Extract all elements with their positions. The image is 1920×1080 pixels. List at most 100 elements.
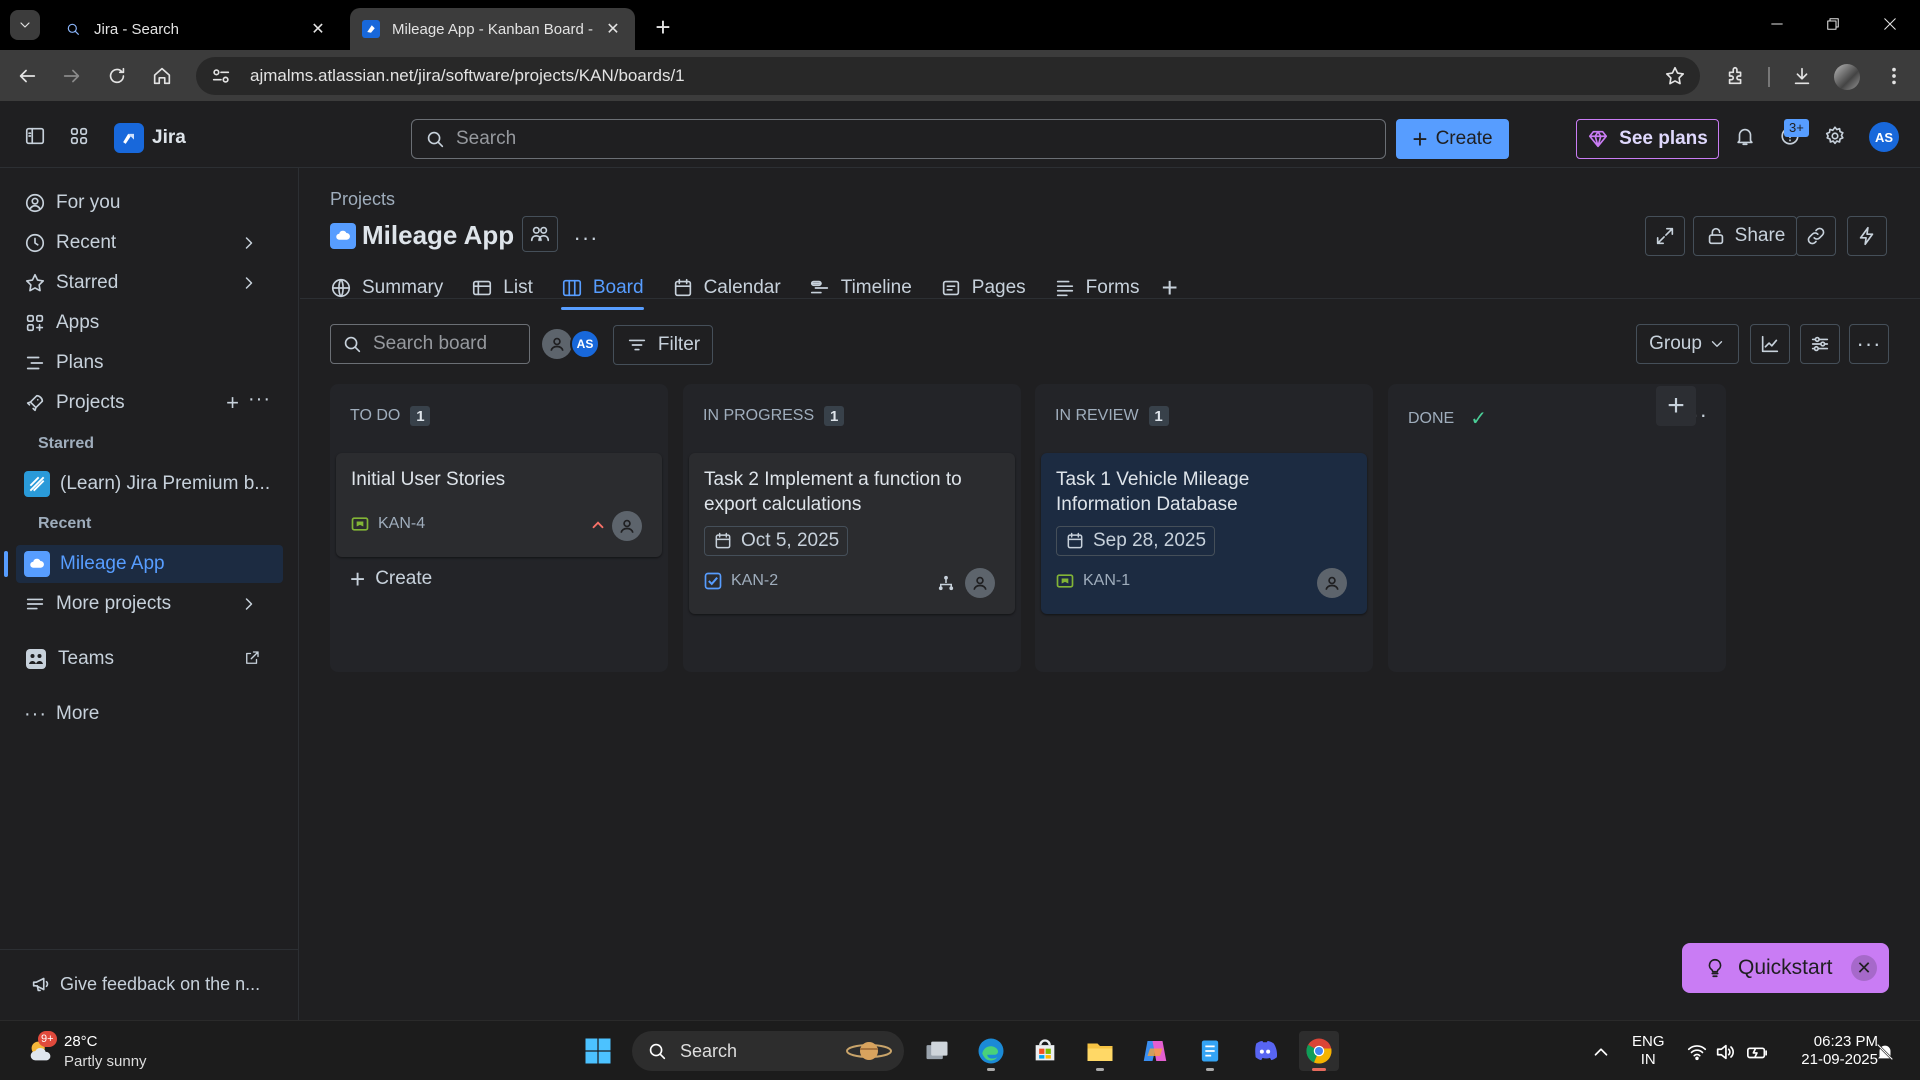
bookmark-star-icon[interactable]	[1664, 65, 1686, 87]
view-settings-button[interactable]	[1800, 324, 1840, 364]
copilot-icon[interactable]	[1135, 1031, 1175, 1071]
notification-center-icon[interactable]	[1874, 1041, 1896, 1063]
tab-pages[interactable]: Pages	[940, 268, 1026, 308]
tab-search-button[interactable]	[10, 10, 40, 40]
close-icon[interactable]: ✕	[603, 19, 623, 39]
browser-menu-icon[interactable]	[1880, 62, 1908, 90]
chrome-browser-icon[interactable]	[1299, 1031, 1339, 1071]
add-column-button[interactable]: +	[1656, 386, 1696, 426]
user-avatar[interactable]: AS	[1869, 122, 1899, 152]
extensions-icon[interactable]	[1722, 62, 1750, 90]
notepad-icon[interactable]	[1190, 1031, 1230, 1071]
search-icon	[649, 1043, 666, 1060]
microsoft-store-icon[interactable]	[1025, 1031, 1065, 1071]
sidebar-item-projects[interactable]: Projects + ···	[16, 384, 283, 422]
board-more-icon[interactable]: ···	[1849, 324, 1889, 364]
close-icon[interactable]: ✕	[308, 19, 328, 39]
back-icon[interactable]	[13, 62, 41, 90]
app-name[interactable]: Jira	[152, 127, 186, 149]
insights-button[interactable]	[1750, 324, 1790, 364]
windows-start-icon[interactable]	[578, 1031, 618, 1071]
create-button[interactable]: + Create	[1396, 119, 1509, 159]
tab-calendar[interactable]: Calendar	[672, 268, 781, 308]
sidebar-item-starred[interactable]: Starred	[16, 264, 283, 302]
discord-icon[interactable]	[1245, 1031, 1285, 1071]
app-switcher-icon[interactable]	[66, 123, 92, 149]
tab-forms[interactable]: Forms	[1054, 268, 1139, 308]
sidebar-section-starred: Starred	[38, 435, 95, 452]
story-icon	[351, 517, 369, 531]
global-search-input[interactable]: Search	[411, 119, 1386, 159]
issue-card[interactable]: Initial User Stories KAN-4	[336, 453, 662, 557]
taskbar-search[interactable]: Search	[632, 1031, 904, 1071]
create-issue-button[interactable]: + Create	[350, 566, 432, 592]
browser-tab-jira-search[interactable]: Jira - Search ✕	[52, 8, 340, 50]
sidebar-recent-project-mileage-app[interactable]: Mileage App	[4, 545, 283, 583]
tab-title: Jira - Search	[94, 20, 180, 38]
breadcrumb[interactable]: Projects	[330, 189, 395, 210]
issue-card[interactable]: Task 2 Implement a function to export ca…	[689, 453, 1015, 614]
file-explorer-icon[interactable]	[1080, 1031, 1120, 1071]
give-feedback-link[interactable]: Give feedback on the n...	[30, 973, 260, 995]
more-horizontal-icon[interactable]: ···	[248, 388, 271, 411]
home-icon[interactable]	[148, 62, 176, 90]
battery-charging-icon[interactable]	[1746, 1041, 1768, 1063]
issue-card[interactable]: Task 1 Vehicle Mileage Information Datab…	[1041, 453, 1367, 614]
add-tab-button[interactable]: +	[1161, 268, 1177, 308]
settings-gear-icon[interactable]	[1822, 123, 1848, 149]
restore-icon[interactable]	[1821, 12, 1845, 36]
sidebar-starred-project[interactable]: (Learn) Jira Premium b...	[16, 465, 283, 503]
assignee-avatar[interactable]	[965, 568, 995, 598]
tab-list[interactable]: List	[471, 268, 533, 308]
unassigned-avatar-filter[interactable]	[542, 329, 572, 359]
site-settings-icon[interactable]	[210, 65, 232, 87]
copy-link-button[interactable]	[1796, 216, 1836, 256]
sidebar-toggle-icon[interactable]	[22, 123, 48, 149]
sidebar-item-apps[interactable]: Apps	[16, 304, 283, 342]
edge-browser-icon[interactable]	[971, 1031, 1011, 1071]
download-icon[interactable]	[1788, 62, 1816, 90]
see-plans-button[interactable]: See plans	[1576, 119, 1719, 159]
fullscreen-button[interactable]	[1645, 216, 1685, 256]
browser-tab-mileage-app[interactable]: Mileage App - Kanban Board - ✕	[350, 8, 635, 50]
team-button[interactable]	[522, 216, 558, 252]
browser-profile-avatar[interactable]	[1834, 64, 1860, 90]
sidebar-item-label: Teams	[58, 648, 114, 669]
sidebar-item-plans[interactable]: Plans	[16, 344, 283, 382]
window-close-icon[interactable]	[1878, 12, 1902, 36]
sidebar-item-for-you[interactable]: For you	[16, 184, 283, 222]
tab-timeline[interactable]: Timeline	[809, 268, 912, 308]
language-indicator[interactable]: ENG IN	[1632, 1033, 1665, 1069]
new-tab-button[interactable]: +	[650, 14, 676, 40]
task-view-icon[interactable]	[917, 1031, 957, 1071]
sidebar-item-recent[interactable]: Recent	[16, 224, 283, 262]
reload-icon[interactable]	[103, 62, 131, 90]
assignee-avatar[interactable]	[612, 511, 642, 541]
wifi-icon[interactable]	[1686, 1041, 1708, 1063]
address-bar[interactable]: ajmalms.atlassian.net/jira/software/proj…	[196, 57, 1700, 95]
tab-summary[interactable]: Summary	[330, 268, 443, 308]
add-project-icon[interactable]: +	[226, 390, 239, 416]
clock[interactable]: 06:23 PM 21-09-2025	[1782, 1033, 1878, 1069]
minimize-icon[interactable]	[1765, 12, 1789, 36]
close-icon[interactable]: ✕	[1851, 955, 1877, 981]
quickstart-button[interactable]: Quickstart ✕	[1682, 943, 1889, 993]
forward-icon[interactable]	[58, 62, 86, 90]
tab-board[interactable]: Board	[560, 268, 644, 310]
plans-icon	[26, 356, 44, 370]
board-search-input[interactable]: Search board	[330, 324, 530, 364]
project-more-icon[interactable]: ···	[568, 220, 604, 256]
sidebar-item-more-projects[interactable]: More projects	[16, 585, 283, 623]
group-by-button[interactable]: Group	[1636, 324, 1739, 364]
notifications-bell-icon[interactable]	[1732, 123, 1758, 149]
tray-chevron-up-icon[interactable]	[1590, 1041, 1612, 1063]
sidebar-item-more[interactable]: ··· More	[16, 695, 283, 733]
sidebar-item-teams[interactable]: Teams	[16, 640, 283, 678]
volume-icon[interactable]	[1714, 1041, 1736, 1063]
assignee-avatar[interactable]	[1317, 568, 1347, 598]
assignee-avatar-filter[interactable]: AS	[570, 329, 600, 359]
automation-button[interactable]	[1847, 216, 1887, 256]
jira-logo-icon[interactable]	[114, 123, 144, 153]
share-button[interactable]: Share	[1693, 216, 1797, 256]
filter-button[interactable]: Filter	[613, 325, 713, 365]
